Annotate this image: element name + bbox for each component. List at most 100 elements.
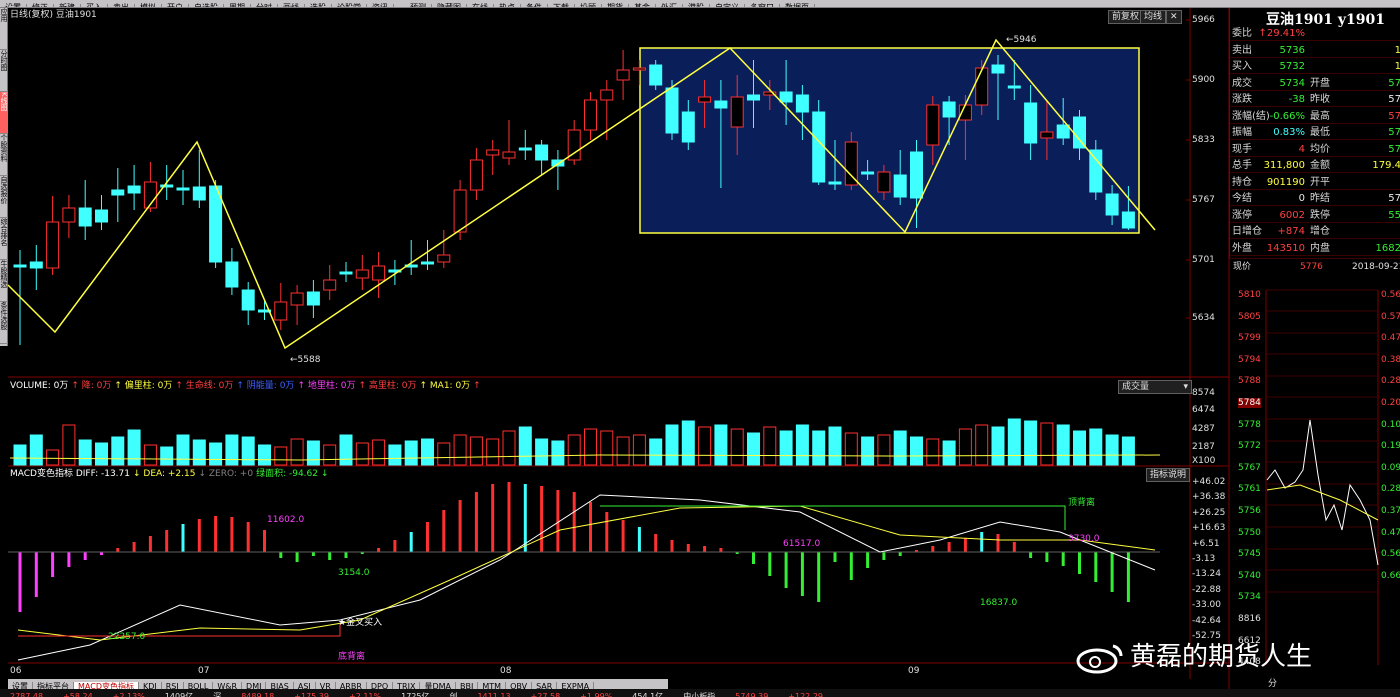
- candle-body: [1024, 102, 1038, 144]
- indicator-help-button[interactable]: 指标说明: [1146, 468, 1191, 482]
- quote-key: 买入: [1232, 61, 1252, 72]
- tick-left-axis-label: 5794: [1238, 354, 1261, 365]
- quote-value: 0: [1298, 193, 1305, 204]
- tick-price: 5776: [1300, 262, 1323, 272]
- price-axis-label: 5767: [1192, 195, 1215, 205]
- status-item: +58.24: [63, 692, 93, 697]
- macd-axis-label: -13.24: [1192, 569, 1222, 580]
- volume-header-item: ↑: [473, 381, 481, 391]
- tick-left-axis-label: 5799: [1238, 333, 1261, 344]
- indicator-tabs: 设置 指标平台 MACD变色指标 KDJ RSI BOLL W&R DMI BIAS ASI VR A…: [8, 679, 668, 692]
- quote-row: 涨停 6002 跌停 55: [1230, 208, 1400, 223]
- volume-bar: [616, 436, 630, 466]
- tick-left-axis-label: 5767: [1238, 462, 1261, 473]
- volume-bar: [111, 436, 125, 466]
- quote-row: 成交 5734 开盘 57: [1230, 76, 1400, 91]
- candle-body: [632, 67, 646, 71]
- macd-annotation-4: 3730.0: [1068, 534, 1100, 544]
- volume-dropdown[interactable]: 成交量 ▾: [1118, 380, 1192, 394]
- macd-bar: [132, 542, 136, 552]
- quote-value: 5736: [1279, 44, 1305, 56]
- volume-bar: [209, 442, 223, 466]
- volume-bar: [844, 432, 858, 466]
- macd-bar: [409, 532, 413, 552]
- volume-bar: [551, 440, 565, 466]
- macd-axis-label: +26.25: [1192, 507, 1226, 518]
- macd-bar: [589, 502, 592, 552]
- quote-value: 4: [1298, 143, 1305, 155]
- candle-body: [795, 94, 809, 113]
- volume-bar: [1007, 418, 1021, 466]
- candle-body: [747, 94, 760, 101]
- macd-axis-label: -3.13: [1192, 554, 1216, 564]
- weibo-logo-icon: [1075, 640, 1127, 674]
- status-item: +2.11%: [348, 692, 382, 697]
- macd-bar: [197, 519, 201, 552]
- macd-bar: [1012, 542, 1016, 552]
- ma-button[interactable]: 均线: [1140, 10, 1167, 24]
- volume-bar: [958, 428, 972, 466]
- quote-key-2: 开平: [1310, 176, 1330, 188]
- quote-key-2: 内盘: [1310, 242, 1330, 254]
- macd-bar: [540, 486, 544, 552]
- volume-dropdown-label: 成交量: [1122, 382, 1150, 392]
- macd-bar: [931, 546, 935, 552]
- month-label: 09: [908, 666, 920, 676]
- volume-bar: [632, 434, 646, 466]
- volume-bar: [567, 434, 581, 466]
- macd-annotation-1: 11602.0: [267, 515, 305, 525]
- tick-right-axis-label: 0.19: [1381, 441, 1400, 452]
- quote-key-2: 昨收: [1310, 94, 1330, 105]
- candle-body: [290, 292, 304, 306]
- volume-bar: [584, 428, 597, 466]
- volume-bar: [600, 430, 614, 466]
- candle-body: [649, 64, 663, 86]
- volume-header-item: VOLUME: 0万: [10, 381, 69, 391]
- month-label: 06: [10, 666, 22, 676]
- macd-bar: [344, 552, 348, 558]
- tick-right-axis-label: 0.57: [1381, 311, 1400, 322]
- volume-bar: [828, 426, 842, 466]
- tick-right-axis-label: 0.47: [1381, 333, 1400, 344]
- macd-bar: [393, 540, 397, 552]
- tick-left-axis-label: 4408: [1238, 657, 1261, 668]
- close-icon[interactable]: ✕: [1166, 10, 1182, 24]
- tick-right-axis-label: 0.38: [1381, 354, 1400, 365]
- quote-key: 今结: [1232, 193, 1252, 204]
- volume-bar: [893, 430, 907, 466]
- candle-body: [78, 207, 92, 227]
- candle-body: [665, 87, 679, 134]
- candle-body: [535, 144, 549, 161]
- candle-body: [469, 159, 483, 191]
- fuquan-button[interactable]: 前复权: [1108, 10, 1144, 24]
- price-axis-label: 5634: [1192, 313, 1215, 323]
- volume-bar: [1024, 420, 1038, 466]
- volume-bar: [29, 434, 43, 466]
- status-item: +122.29: [788, 692, 823, 697]
- macd-bar: [703, 546, 707, 552]
- macd-header-item: ↓: [320, 469, 329, 479]
- quote-row: 持仓 901190 开平: [1230, 175, 1400, 190]
- macd-bar: [800, 552, 804, 596]
- tick-left-axis-label: 5734: [1238, 592, 1261, 603]
- candle-body: [62, 207, 76, 223]
- status-item: +175.39: [294, 692, 329, 697]
- quote-key: 涨幅(结): [1232, 110, 1270, 122]
- macd-bar: [426, 522, 429, 552]
- volume-header-item: ↑ 地里柱: 0万: [297, 381, 356, 391]
- candle-body: [176, 187, 190, 191]
- quote-row: 今结 0 昨结 57: [1230, 191, 1400, 206]
- macd-bar: [817, 552, 821, 602]
- quote-value: ↑29.41%: [1258, 28, 1305, 39]
- macd-bar: [442, 510, 446, 552]
- volume-axis-label: 6474: [1192, 405, 1215, 415]
- volume-header-item: ↑ 生命线: 0万: [175, 381, 234, 391]
- quote-key: 总手: [1232, 160, 1252, 171]
- volume-bar: [763, 426, 777, 466]
- volume-bar: [13, 444, 27, 466]
- macd-bar: [866, 552, 870, 568]
- macd-header-item: ↓ ZERO: +0: [198, 469, 254, 479]
- quote-row: 委比 ↑29.41%: [1230, 26, 1400, 41]
- macd-header-item: MACD变色指标 DIFF: -13.71: [10, 469, 130, 479]
- weibo-logo-body: [1076, 648, 1118, 674]
